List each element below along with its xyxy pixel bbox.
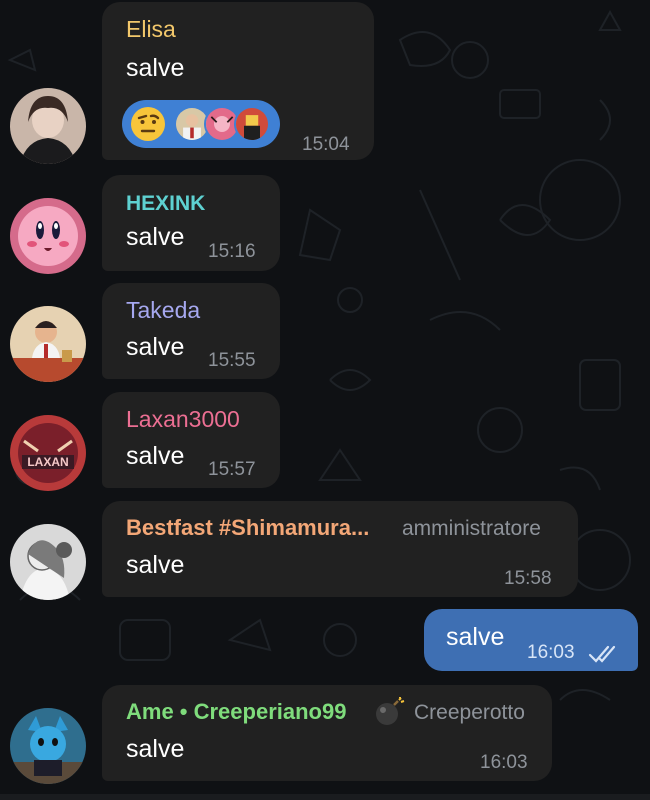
admin-role-label: amministratore: [402, 517, 541, 540]
member-role-label: Creeperotto: [414, 701, 525, 724]
bomb-icon: [376, 697, 405, 725]
message-text: salve: [446, 623, 505, 651]
message-bubble[interactable]: HEXINK salve 15:16: [102, 175, 280, 271]
reaction-pill[interactable]: [122, 100, 280, 148]
message-bubble[interactable]: Takeda salve 15:55: [102, 283, 280, 379]
bottom-edge-bar: [0, 794, 650, 800]
avatar-bestfast-image: [10, 524, 86, 600]
sender-name[interactable]: Takeda: [126, 297, 200, 324]
avatar[interactable]: [10, 524, 86, 600]
double-check-icon: [588, 645, 616, 663]
svg-text:LAXAN: LAXAN: [27, 455, 68, 469]
message-time: 16:03: [527, 642, 575, 663]
message-bubble[interactable]: Bestfast #Shimamura... amministratore sa…: [102, 501, 578, 597]
message-text: salve: [126, 442, 185, 470]
sender-name[interactable]: Ame • Creeperiano99: [126, 699, 346, 725]
avatar-laxan-image: LAXAN: [10, 415, 86, 491]
message-text: salve: [126, 333, 185, 361]
avatar[interactable]: [10, 708, 86, 784]
message-time: 15:58: [504, 568, 552, 589]
avatar-takeda-image: [10, 306, 86, 382]
message-time: 15:16: [208, 241, 256, 262]
message-time: 15:04: [302, 134, 350, 155]
avatar[interactable]: LAXAN: [10, 415, 86, 491]
message-text: salve: [126, 735, 185, 763]
avatar[interactable]: [10, 198, 86, 274]
avatar-ame-image: [10, 708, 86, 784]
message-time: 16:03: [480, 752, 528, 773]
avatar-elisa-image: [10, 88, 86, 164]
sender-name[interactable]: Elisa: [126, 16, 176, 43]
message-bubble[interactable]: Laxan3000 salve 15:57: [102, 392, 280, 488]
message-text: salve: [126, 551, 185, 579]
message-time: 15:57: [208, 459, 256, 480]
avatar[interactable]: [10, 88, 86, 164]
avatar-hexink-image: [10, 198, 86, 274]
sender-name[interactable]: HEXINK: [126, 192, 205, 216]
message-bubble[interactable]: Ame • Creeperiano99 Creeperotto salve 16…: [102, 685, 552, 781]
message-text: salve: [126, 223, 185, 251]
sender-name[interactable]: Bestfast #Shimamura...: [126, 515, 369, 541]
message-bubble[interactable]: Elisa salve 15:04: [102, 2, 374, 160]
avatar[interactable]: [10, 306, 86, 382]
outgoing-message-bubble[interactable]: salve 16:03: [424, 609, 638, 671]
raised-eyebrow-face-icon: [131, 107, 165, 141]
message-text: salve: [126, 54, 185, 82]
reaction-avatar: [234, 106, 270, 142]
sender-name[interactable]: Laxan3000: [126, 406, 240, 433]
message-time: 15:55: [208, 350, 256, 371]
